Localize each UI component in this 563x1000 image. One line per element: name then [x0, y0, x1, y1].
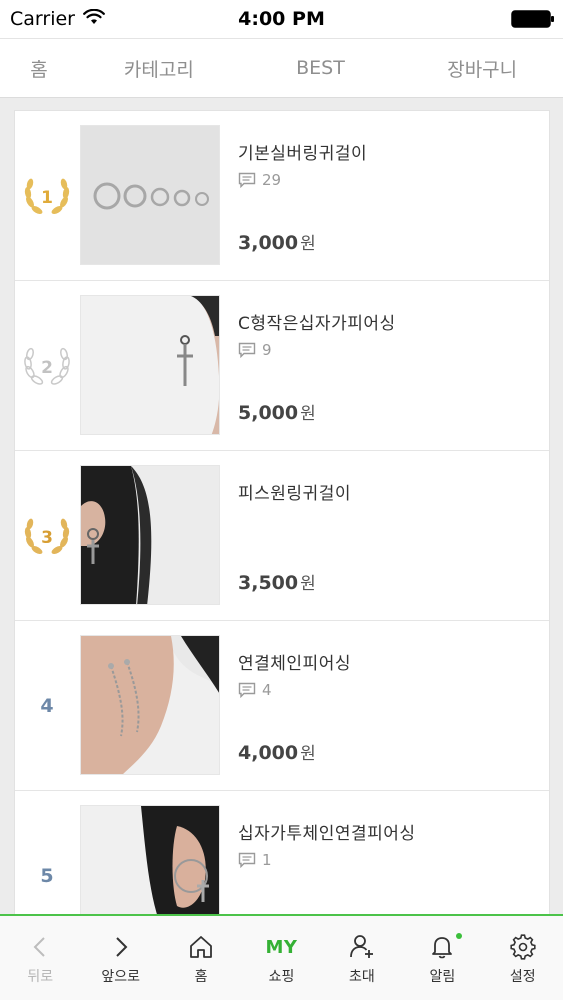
- comment-icon: [238, 342, 256, 358]
- currency-label: 원: [300, 574, 316, 594]
- rank-number: 4: [40, 695, 54, 717]
- comment-count-value: 4: [262, 681, 272, 699]
- gear-icon: [510, 932, 536, 962]
- home-label: 홈: [194, 969, 208, 985]
- product-title[interactable]: C형작은십자가피어싱: [238, 309, 396, 334]
- chevron-left-icon: [30, 932, 50, 962]
- home-icon: [188, 932, 214, 962]
- rank-gold-badge: 1: [15, 111, 79, 281]
- forward-button[interactable]: 앞으로: [80, 916, 160, 1000]
- comment-icon: [238, 172, 256, 188]
- chain-earring-icon: [81, 636, 219, 774]
- product-price: 3,500 원: [238, 569, 316, 594]
- invite-label: 초대: [349, 969, 375, 985]
- back-label: 뒤로: [27, 969, 54, 985]
- price-value: 5,000: [238, 402, 299, 424]
- product-title[interactable]: 피스원링귀걸이: [238, 479, 351, 504]
- price-value: 3,000: [238, 232, 299, 254]
- cross-earring-icon: [81, 296, 219, 434]
- comment-count: 29: [238, 171, 281, 189]
- price-value: 4,000: [238, 742, 299, 764]
- rank-number: 2: [41, 358, 53, 378]
- rank-bronze-badge: 3: [15, 451, 79, 621]
- status-bar: Carrier 4:00 PM: [0, 0, 563, 38]
- tab-cart[interactable]: 장바구니: [401, 55, 563, 82]
- carrier-label: Carrier: [10, 8, 75, 30]
- currency-label: 원: [300, 234, 316, 254]
- product-image[interactable]: [80, 465, 220, 605]
- comment-count-value: 9: [262, 341, 272, 359]
- settings-button[interactable]: 설정: [483, 916, 563, 1000]
- comment-icon: [238, 852, 256, 868]
- tab-best[interactable]: BEST: [240, 57, 402, 79]
- list-item[interactable]: 1 기본실버링귀걸이 29 3,000 원: [15, 111, 549, 281]
- my-shopping-button[interactable]: MY 쇼핑: [241, 916, 321, 1000]
- rank-number: 3: [41, 528, 53, 548]
- bell-icon: [429, 932, 455, 962]
- product-image[interactable]: [80, 295, 220, 435]
- product-image[interactable]: [80, 635, 220, 775]
- silver-hoop-rings-icon: [81, 126, 219, 264]
- product-title[interactable]: 십자가투체인연결피어싱: [238, 819, 416, 844]
- product-title[interactable]: 연결체인피어싱: [238, 649, 351, 674]
- rank-number: 1: [41, 188, 53, 208]
- comment-count-value: 29: [262, 171, 282, 189]
- list-item[interactable]: 2 C형작은십자가피어싱 9 5,000 원: [15, 281, 549, 451]
- settings-label: 설정: [509, 969, 536, 985]
- invite-button[interactable]: 초대: [322, 916, 402, 1000]
- rank-badge: 4: [15, 621, 79, 791]
- comment-count-value: 1: [262, 851, 272, 869]
- product-image[interactable]: [80, 125, 220, 265]
- notification-dot: [456, 933, 463, 939]
- wifi-icon: [83, 8, 105, 30]
- home-button[interactable]: 홈: [161, 916, 241, 1000]
- currency-label: 원: [300, 744, 316, 764]
- product-price: 3,000 원: [238, 229, 316, 254]
- my-badge: MY: [266, 932, 298, 962]
- list-item[interactable]: 4 연결체인피어싱 4 4,000 원: [15, 621, 549, 791]
- currency-label: 원: [300, 404, 316, 424]
- list-item[interactable]: 3 피스원링귀걸이 3,500 원: [15, 451, 549, 621]
- product-price: 5,000 원: [238, 399, 316, 424]
- shopping-label: 쇼핑: [268, 969, 295, 985]
- tab-home[interactable]: 홈: [0, 55, 78, 82]
- chevron-right-icon: [111, 932, 131, 962]
- top-nav: 홈 카테고리 BEST 장바구니: [0, 38, 563, 98]
- battery-icon: [511, 10, 554, 28]
- alerts-button[interactable]: 알림: [402, 916, 482, 1000]
- add-user-icon: [348, 932, 376, 962]
- comment-icon: [238, 682, 256, 698]
- rank-number: 5: [40, 865, 54, 887]
- comment-count: 4: [238, 681, 272, 699]
- back-button[interactable]: 뒤로: [0, 916, 80, 1000]
- product-title[interactable]: 기본실버링귀걸이: [238, 139, 367, 164]
- comment-count: 1: [238, 851, 272, 869]
- status-left: Carrier: [10, 8, 105, 30]
- alerts-label: 알림: [429, 969, 456, 985]
- price-value: 3,500: [238, 572, 299, 594]
- product-list: 1 기본실버링귀걸이 29 3,000 원 2 C형작은십자가피어싱 9 5,0…: [14, 110, 550, 962]
- laurel-bronze-icon: 3: [24, 518, 70, 554]
- tab-category[interactable]: 카테고리: [78, 55, 240, 82]
- laurel-silver-icon: 2: [24, 347, 70, 385]
- laurel-gold-icon: 1: [24, 178, 70, 214]
- my-badge-text: MY: [265, 936, 298, 958]
- product-price: 4,000 원: [238, 739, 316, 764]
- comment-count: 9: [238, 341, 272, 359]
- bottom-toolbar: 뒤로 앞으로 홈 MY 쇼핑 초대 알림 설정: [0, 914, 563, 1000]
- rank-silver-badge: 2: [15, 281, 79, 451]
- forward-label: 앞으로: [101, 969, 140, 985]
- ring-cross-earring-icon: [81, 466, 219, 604]
